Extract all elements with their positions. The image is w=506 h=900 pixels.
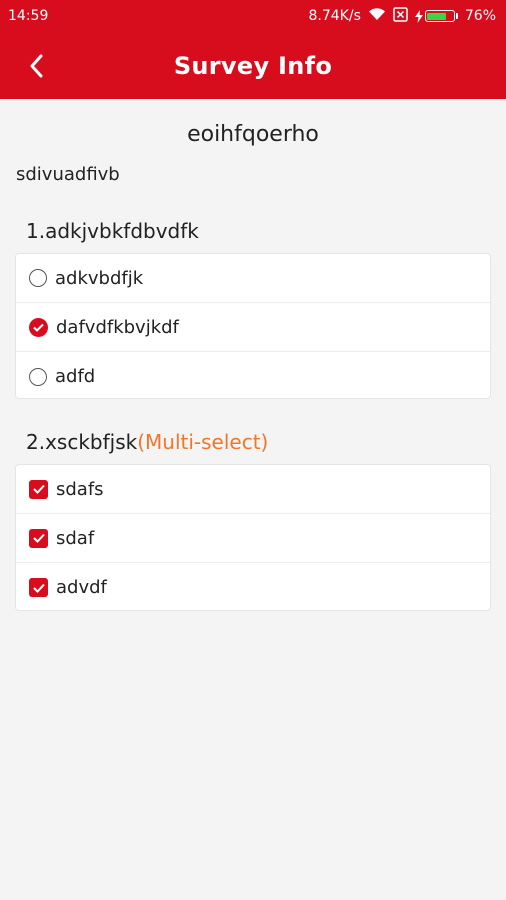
question-2-option-3[interactable]: advdf bbox=[16, 563, 490, 612]
battery-percent: 76% bbox=[464, 8, 496, 24]
question-2-options: sdafs sdaf advdf bbox=[15, 464, 491, 611]
network-speed: 8.74K/s bbox=[308, 8, 361, 24]
app-bar: Survey Info bbox=[0, 32, 506, 99]
charging-icon bbox=[414, 9, 423, 23]
survey-title: eoihfqoerho bbox=[187, 122, 319, 147]
status-icons: 8.74K/s 76% bbox=[308, 6, 496, 26]
survey-description: sdivuadfivb bbox=[16, 164, 120, 185]
question-2-option-2[interactable]: sdaf bbox=[16, 514, 490, 563]
checkbox-checked-icon[interactable] bbox=[29, 479, 48, 499]
question-2-option-1[interactable]: sdafs bbox=[16, 465, 490, 514]
option-label: dafvdfkbvjkdf bbox=[56, 316, 179, 338]
battery-icon bbox=[414, 9, 458, 23]
sim-icon bbox=[393, 6, 408, 26]
checkbox-checked-icon[interactable] bbox=[29, 578, 48, 597]
question-1-option-3[interactable]: adfd bbox=[16, 352, 490, 401]
radio-checked-icon[interactable] bbox=[29, 317, 48, 337]
question-2-text: 2.xsckbfjsk bbox=[26, 430, 138, 454]
status-time: 14:59 bbox=[8, 8, 49, 24]
checkbox-checked-icon[interactable] bbox=[29, 528, 48, 548]
question-1-options: adkvbdfjk dafvdfkbvjkdf adfd bbox=[15, 253, 491, 399]
option-label: adkvbdfjk bbox=[55, 267, 144, 289]
status-bar: 14:59 8.74K/s 76% bbox=[0, 0, 506, 32]
radio-unchecked-icon[interactable] bbox=[29, 367, 47, 386]
question-1-text: 1.adkjvbkfdbvdfk bbox=[26, 219, 199, 243]
battery-fill bbox=[427, 12, 447, 20]
option-label: adfd bbox=[55, 366, 96, 387]
multi-select-label: (Multi-select) bbox=[137, 430, 269, 454]
question-1-option-1[interactable]: adkvbdfjk bbox=[16, 254, 490, 303]
radio-unchecked-icon[interactable] bbox=[29, 269, 47, 287]
option-label: sdafs bbox=[56, 478, 104, 500]
page-title: Survey Info bbox=[173, 51, 333, 80]
question-1-option-2[interactable]: dafvdfkbvjkdf bbox=[16, 303, 490, 352]
option-label: sdaf bbox=[56, 527, 95, 549]
wifi-icon bbox=[368, 7, 386, 25]
option-label: advdf bbox=[56, 577, 107, 598]
question-2-title: 2.xsckbfjsk(Multi-select) bbox=[26, 430, 268, 454]
question-1-title: 1.adkjvbkfdbvdfk bbox=[26, 219, 199, 243]
